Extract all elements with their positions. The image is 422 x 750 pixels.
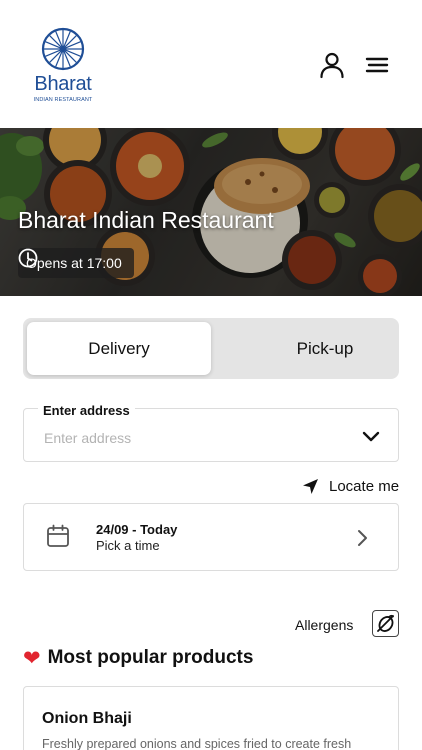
ashoka-wheel-icon: [41, 27, 85, 71]
section-title: Most popular products: [47, 647, 254, 668]
app-header: Bharat INDIAN RESTAURANT: [0, 0, 422, 128]
clock-icon: [18, 248, 38, 268]
calendar-icon: [47, 524, 69, 547]
address-input[interactable]: [44, 430, 344, 446]
location-arrow-icon: [303, 479, 318, 494]
opening-hours-badge: Opens at 17:00: [18, 248, 134, 278]
popular-products-heading: ❤ Most popular products: [23, 647, 253, 669]
user-icon: [320, 52, 344, 79]
hamburger-menu-icon: [365, 57, 389, 73]
allergen-icon: [377, 615, 395, 632]
locate-me-button[interactable]: Locate me: [302, 478, 399, 495]
chevron-down-icon[interactable]: [362, 430, 380, 442]
pickup-time-selector[interactable]: 24/09 - Today Pick a time: [23, 503, 399, 571]
order-mode-toggle: Delivery Pick-up: [23, 318, 399, 379]
chevron-right-icon: [358, 530, 367, 546]
allergens-button[interactable]: [372, 610, 400, 637]
pickup-tab[interactable]: Pick-up: [233, 322, 417, 375]
pick-time-hint: Pick a time: [96, 538, 160, 553]
brand-logo[interactable]: Bharat INDIAN RESTAURANT: [32, 27, 94, 103]
product-card[interactable]: Onion Bhaji Freshly prepared onions and …: [23, 686, 399, 750]
address-label: Enter address: [38, 403, 135, 418]
menu-button[interactable]: [363, 53, 391, 77]
opening-hours-text: Opens at 17:00: [26, 255, 122, 271]
heart-icon: ❤: [23, 646, 41, 670]
product-description: Freshly prepared onions and spices fried…: [42, 737, 352, 750]
account-button[interactable]: [318, 51, 346, 79]
selected-date: 24/09 - Today: [96, 522, 178, 537]
restaurant-name: Bharat Indian Restaurant: [18, 207, 274, 233]
hero-banner: Bharat Indian Restaurant Opens at 17:00: [0, 128, 422, 296]
product-name: Onion Bhaji: [42, 710, 132, 727]
allergens-filter: Allergens: [295, 610, 400, 637]
allergens-label: Allergens: [295, 616, 354, 633]
delivery-tab[interactable]: Delivery: [27, 322, 211, 375]
brand-name: Bharat: [34, 73, 92, 95]
locate-me-label: Locate me: [329, 478, 400, 495]
brand-tagline: INDIAN RESTAURANT: [33, 97, 93, 103]
